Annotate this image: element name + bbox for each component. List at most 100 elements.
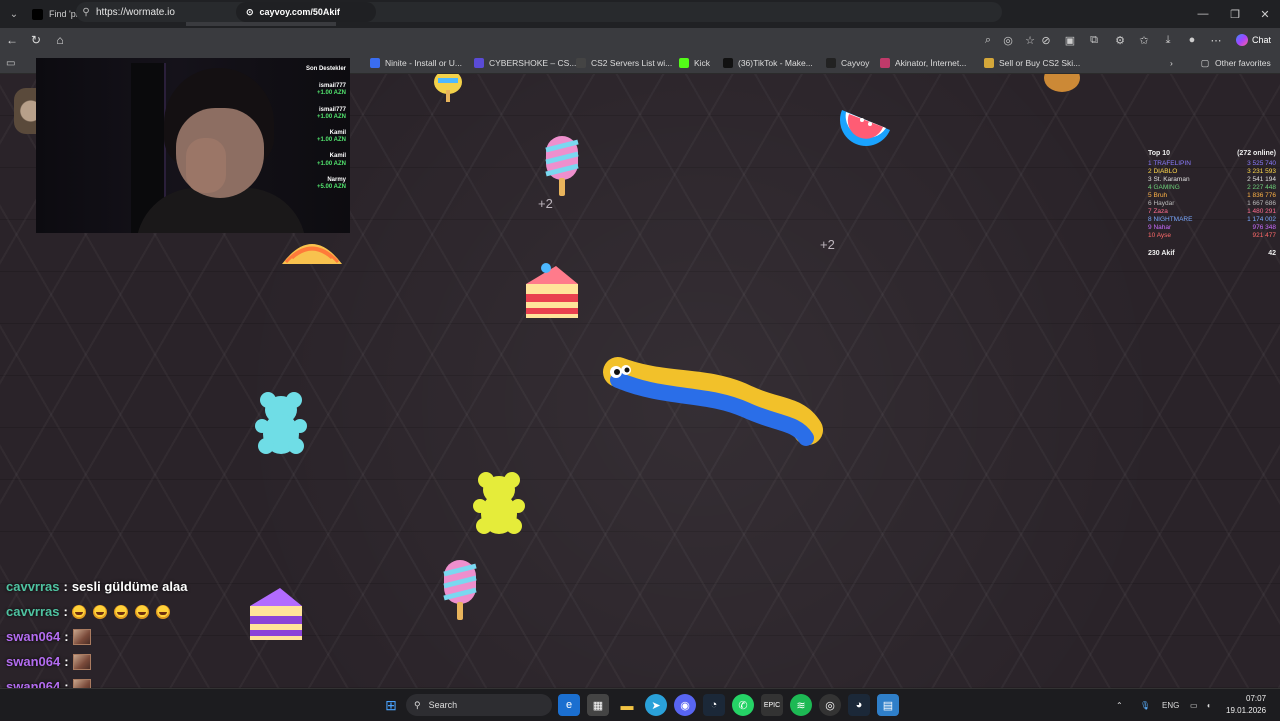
profile-avatar-icon[interactable]: ● bbox=[1180, 28, 1204, 52]
tracking-icon[interactable]: ⊘ bbox=[1034, 28, 1058, 52]
player-score: 976 348 bbox=[1252, 224, 1277, 231]
other-favorites[interactable]: ▢ Other favorites bbox=[1200, 52, 1271, 74]
steam-icon[interactable]: ◔ bbox=[703, 694, 725, 716]
site-info-icon[interactable]: ⚲ bbox=[76, 7, 96, 18]
tray-overflow-icon[interactable]: ⌃ bbox=[1116, 689, 1123, 721]
edge-icon[interactable]: e bbox=[558, 694, 580, 716]
tab-search-icon[interactable]: ⌄ bbox=[2, 2, 26, 26]
rank-number: 8 bbox=[1148, 216, 1152, 223]
rank-number: 9 bbox=[1148, 224, 1152, 231]
whatsapp-icon[interactable]: ✆ bbox=[732, 694, 754, 716]
restore-icon[interactable]: ❐ bbox=[1218, 0, 1252, 28]
chat-emote-icon bbox=[72, 678, 91, 688]
chat-username: cavvrras bbox=[6, 579, 60, 594]
chat-message: swan064 : bbox=[6, 624, 306, 649]
player-score: 3 231 593 bbox=[1247, 168, 1276, 175]
bookmark-item[interactable]: Kick bbox=[679, 52, 710, 74]
laughing-emoji-icon bbox=[92, 604, 107, 619]
home-icon[interactable]: ⌂ bbox=[48, 28, 72, 52]
address-bar[interactable]: ⚲ https://wormate.io ⊙ cayvoy.com/50Akif bbox=[76, 2, 1002, 22]
streamer-badge-icon bbox=[14, 88, 38, 134]
search-icon: ⚲ bbox=[414, 699, 421, 710]
spotify-icon[interactable]: ≋ bbox=[790, 694, 812, 716]
cs2-icon bbox=[576, 58, 586, 68]
cybershoke-icon bbox=[474, 58, 484, 68]
tiktok-icon bbox=[32, 8, 43, 20]
bookmarks-overflow-icon[interactable]: › bbox=[1170, 52, 1173, 74]
other-favorites-label: Other favorites bbox=[1215, 58, 1271, 68]
more-menu-icon[interactable]: ⋯ bbox=[1204, 28, 1228, 52]
store-icon[interactable]: ▦ bbox=[587, 694, 609, 716]
player-rank-row: 230 Akif 42 bbox=[1148, 250, 1276, 257]
file-explorer-icon[interactable]: ▬ bbox=[616, 694, 638, 716]
player-name: Haydar bbox=[1153, 200, 1175, 207]
laughing-emoji-icon bbox=[155, 604, 170, 619]
system-clock[interactable]: 07:07 19.01.2026 bbox=[1226, 693, 1266, 717]
reload-icon[interactable]: ↻ bbox=[24, 28, 48, 52]
app-icon[interactable]: ▤ bbox=[877, 694, 899, 716]
chat-text: sesli güldüme alaa bbox=[71, 579, 188, 594]
link-icon: ⊙ bbox=[246, 6, 254, 17]
rank-number: 3 bbox=[1148, 176, 1152, 183]
telegram-icon[interactable]: ➤ bbox=[645, 694, 667, 716]
player-score: 3 525 740 bbox=[1247, 160, 1276, 167]
bookmark-item[interactable]: (36)TikTok - Make... bbox=[723, 52, 813, 74]
popsicle-food bbox=[443, 560, 477, 620]
extension-red-icon[interactable]: ▣ bbox=[1058, 28, 1082, 52]
rank-number: 2 bbox=[1148, 168, 1152, 175]
gummy-bear-food bbox=[255, 392, 307, 454]
clock-date: 19.01.2026 bbox=[1226, 706, 1267, 715]
sidebar-toggle-icon[interactable]: ▭ bbox=[6, 52, 15, 74]
chat-username: swan064 bbox=[6, 654, 61, 669]
score-popup: +2 bbox=[820, 237, 835, 252]
extensions-icon[interactable]: ⧉ bbox=[1082, 28, 1106, 52]
ninite-icon bbox=[370, 58, 380, 68]
windows-start-icon[interactable]: ⊞ bbox=[380, 694, 402, 716]
steam-icon[interactable]: ◕ bbox=[848, 694, 870, 716]
player-name: St. Karaman bbox=[1153, 176, 1190, 183]
cayvoy-icon bbox=[826, 58, 836, 68]
donation-amount: +1.00 AZN bbox=[317, 113, 346, 120]
volume-icon[interactable]: ◖ bbox=[1206, 689, 1211, 721]
search-placeholder: Search bbox=[428, 700, 458, 710]
favorites-icon[interactable]: ✩ bbox=[1132, 28, 1156, 52]
epic-games-icon[interactable]: EPIC bbox=[761, 694, 783, 716]
microphone-icon[interactable]: 🎙︎ bbox=[1140, 689, 1150, 721]
discord-icon[interactable]: ◉ bbox=[674, 694, 696, 716]
score-popup: +2 bbox=[538, 196, 553, 211]
promo-banner: ⊙ cayvoy.com/50Akif bbox=[236, 2, 376, 22]
watermelon-food bbox=[840, 110, 890, 146]
chat-username: swan064 bbox=[6, 679, 61, 688]
copilot-chat-button[interactable]: Chat bbox=[1230, 31, 1277, 49]
close-window-icon[interactable]: ✕ bbox=[1248, 0, 1280, 28]
bookmark-item[interactable]: Cayvoy bbox=[826, 52, 869, 74]
laughing-emoji-icon bbox=[71, 604, 86, 619]
chat-username: cavvrras bbox=[6, 604, 60, 619]
leaderboard-row: 10 Ayse 921 477 bbox=[1148, 232, 1276, 240]
bookmark-item[interactable]: CS2 Servers List wi... bbox=[576, 52, 672, 74]
bookmark-label: Akinator, İnternet... bbox=[895, 58, 967, 68]
donation-list: Son Destekler ismail777 +1.00 AZN ismail77… bbox=[284, 66, 346, 200]
network-icon[interactable]: ▭ bbox=[1190, 689, 1198, 721]
leaderboard-row: 2 DIABLO 3 231 593 bbox=[1148, 168, 1276, 176]
minimize-icon[interactable]: — bbox=[1186, 0, 1220, 28]
leaderboard-row: 3 St. Karaman 2 541 194 bbox=[1148, 176, 1276, 184]
pastry-food bbox=[282, 244, 342, 264]
reader-icon[interactable]: ◎ bbox=[996, 28, 1020, 52]
bookmark-item[interactable]: Akinator, İnternet... bbox=[880, 52, 966, 74]
bookmark-item[interactable]: Sell or Buy CS2 Ski... bbox=[984, 52, 1080, 74]
language-indicator[interactable]: ENG bbox=[1162, 689, 1179, 721]
player-worm bbox=[603, 357, 823, 446]
split-screen-icon[interactable]: ⚙ bbox=[1108, 28, 1132, 52]
chat-separator: : bbox=[63, 604, 68, 619]
download-icon[interactable]: ⤓ bbox=[1156, 28, 1180, 52]
back-icon[interactable]: ← bbox=[0, 28, 24, 52]
chrome-icon[interactable]: ◎ bbox=[819, 694, 841, 716]
donation-amount: +1.00 AZN bbox=[317, 137, 346, 144]
taskbar-search[interactable]: ⚲ Search bbox=[406, 694, 552, 716]
bookmark-item[interactable]: CYBERSHOKE – CS... bbox=[474, 52, 576, 74]
webcam-overlay: Son Destekler ismail777 +1.00 AZN ismail77… bbox=[36, 58, 350, 233]
player-name: TRAFELIPIN bbox=[1153, 160, 1191, 167]
leaderboard-row: 8 NIGHTMARE 1 174 002 bbox=[1148, 216, 1276, 224]
bookmark-item[interactable]: Ninite - Install or U... bbox=[370, 52, 462, 74]
